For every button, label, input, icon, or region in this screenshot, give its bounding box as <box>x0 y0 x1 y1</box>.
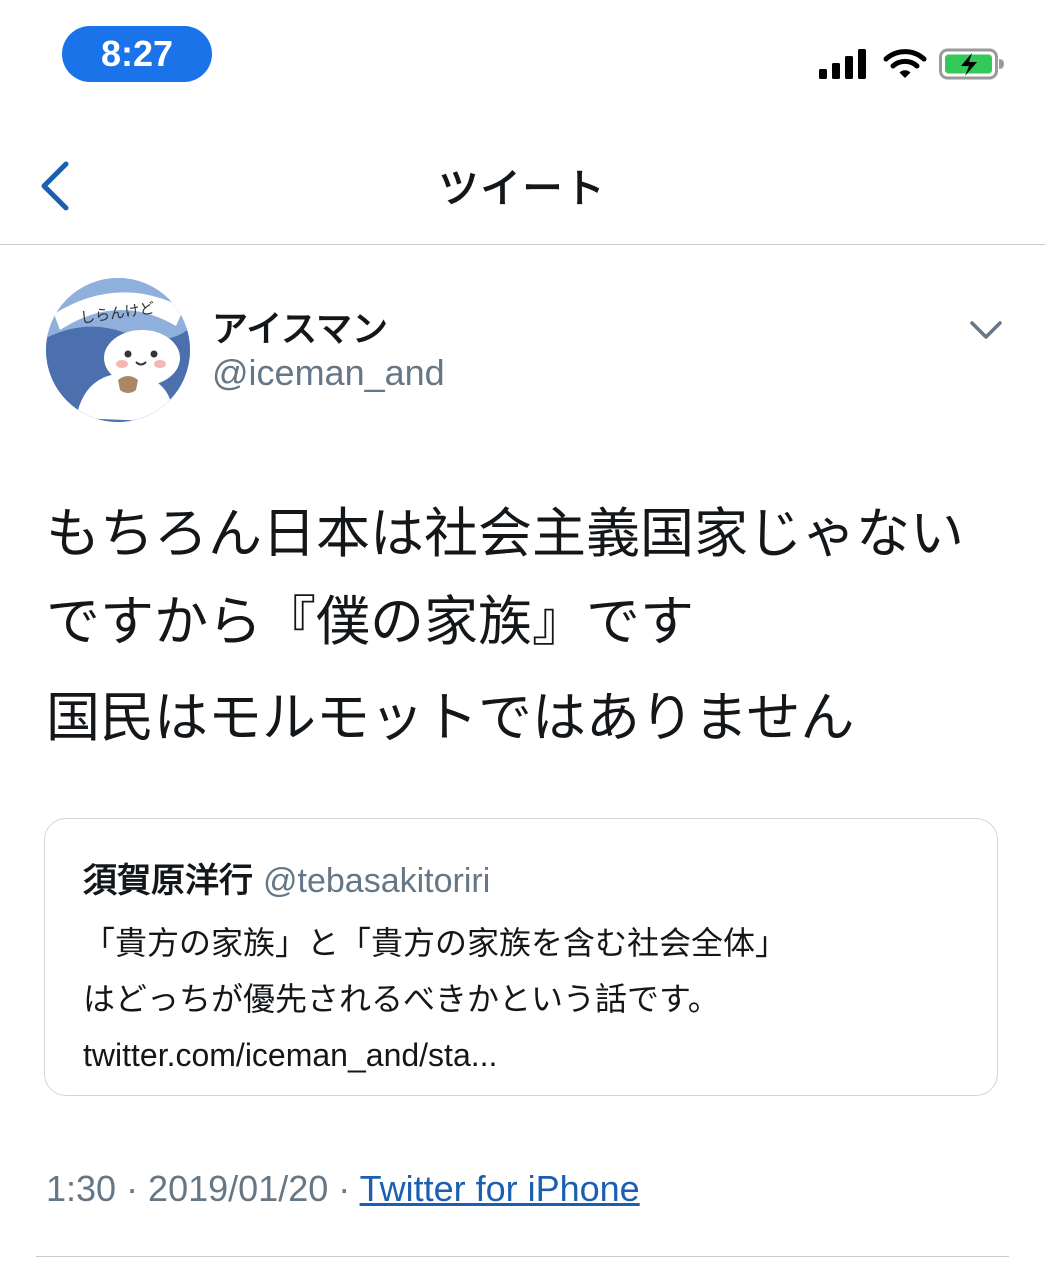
author-display-name[interactable]: アイスマン <box>212 300 388 352</box>
wifi-icon <box>883 49 927 78</box>
tweet-meta: 1:30 · 2019/01/20 · Twitter for iPhone <box>46 1168 640 1210</box>
author-handle[interactable]: @iceman_and <box>212 352 445 394</box>
avatar[interactable]: しらんけど <box>46 278 190 422</box>
tweet-timestamp: 1:30 · 2019/01/20 · <box>46 1168 360 1209</box>
quoted-tweet-header: 須賀原洋行 @tebasakitoriri <box>83 853 490 902</box>
chevron-down-icon <box>970 321 1002 339</box>
quoted-author-name: 須賀原洋行 <box>83 861 253 901</box>
page-title: ツイート <box>438 166 607 212</box>
tweet-text-line: 国民はモルモットではありません <box>46 686 855 749</box>
signal-icon <box>819 49 866 79</box>
divider <box>36 1256 1009 1257</box>
tweet-text: もちろん日本は社会主義国家じゃないですから『僕の家族』です 国民はモルモットでは… <box>46 490 1006 762</box>
header-divider <box>0 244 1045 245</box>
quoted-text-line: はどっちが優先されるべきかという話です。 <box>83 980 720 1018</box>
quoted-text-line: 「貴方の家族」と「貴方の家族を含む社会全体」 <box>83 924 788 962</box>
status-icons <box>819 46 1005 82</box>
seal-avatar-icon: しらんけど <box>46 278 190 422</box>
quoted-author-handle: @tebasakitoriri <box>263 862 491 900</box>
status-time: 8:27 <box>62 26 212 82</box>
battery-charging-icon <box>939 48 1004 80</box>
tweet-source-link[interactable]: Twitter for iPhone <box>360 1168 640 1209</box>
tweet-text-line: もちろん日本は社会主義国家じゃないですから『僕の家族』です <box>46 502 964 653</box>
more-options-button[interactable] <box>968 318 1004 342</box>
quoted-link[interactable]: twitter.com/iceman_and/sta... <box>83 1027 973 1083</box>
quoted-tweet-text: 「貴方の家族」と「貴方の家族を含む社会全体」 はどっちが優先されるべきかという話… <box>83 915 973 1083</box>
quoted-tweet-card[interactable]: 須賀原洋行 @tebasakitoriri 「貴方の家族」と「貴方の家族を含む社会… <box>44 818 998 1096</box>
